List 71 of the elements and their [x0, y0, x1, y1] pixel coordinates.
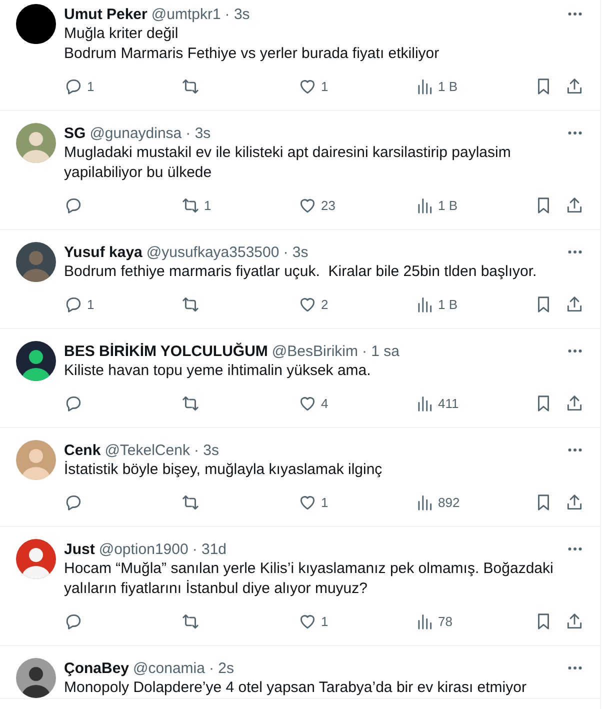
reply-icon[interactable] — [64, 294, 83, 314]
avatar[interactable] — [16, 4, 56, 44]
user-handle[interactable]: @TekelCenk — [104, 442, 190, 458]
like-count: 1 — [321, 78, 328, 94]
repost-icon[interactable] — [181, 492, 200, 512]
avatar[interactable] — [16, 242, 56, 282]
timestamp[interactable]: · 1 sa — [362, 342, 400, 360]
tweet-text: Kiliste havan topu yeme ihtimalin yüksek ama. — [64, 361, 372, 381]
bar-chart-icon[interactable] — [415, 76, 434, 96]
repost-icon[interactable] — [181, 394, 200, 412]
bar-chart-icon[interactable] — [415, 612, 434, 630]
tweet-text: Hocam “Muğla” sanılan yerle Kilis’i kıyaslamanız pek olmamış. Boğazdaki yalıların fiyatlarını İstanbul diye alıyor muyuz? — [64, 559, 554, 599]
avatar[interactable] — [16, 341, 56, 381]
repost-icon[interactable] — [181, 294, 200, 314]
reply-count: 1 — [87, 296, 94, 312]
repost-icon[interactable] — [181, 196, 200, 214]
view-count: 411 — [438, 396, 459, 410]
bar-chart-icon[interactable] — [415, 492, 434, 512]
view-count: 1 B — [438, 78, 458, 94]
user-handle[interactable]: @umtpkr1 — [151, 6, 221, 22]
timestamp[interactable]: · 3s — [194, 442, 219, 458]
repost-icon[interactable] — [181, 76, 200, 96]
share-icon[interactable] — [565, 394, 584, 412]
tweet-text: Monopoly Dolapdere’ye 4 otel yapsan Tarabya’da bir ev kirası etmiyor — [64, 678, 528, 698]
reply-icon[interactable] — [64, 76, 83, 96]
bar-chart-icon[interactable] — [415, 196, 434, 214]
tweet-text: Bodrum fethiye marmaris fiyatlar uçuk. Kiralar bile 25bin tlden başlıyor. — [64, 262, 538, 282]
repost-count: 1 — [204, 198, 212, 212]
user-handle[interactable]: @yusufkaya353500 — [146, 244, 280, 260]
view-count: 892 — [438, 494, 460, 510]
view-count: 1 B — [438, 198, 458, 212]
repost-icon[interactable] — [181, 612, 200, 630]
user-name[interactable]: SG — [64, 124, 86, 142]
like-count: 4 — [321, 396, 328, 410]
user-handle[interactable]: @option1900 — [98, 540, 188, 558]
reply-icon[interactable] — [64, 612, 83, 630]
avatar[interactable] — [16, 658, 56, 698]
tweet-text: Mugladaki mustakil ev ile kilisteki apt dairesini karsilastirip paylasim yapilabiliyor bu ülkede — [64, 143, 512, 183]
view-count: 78 — [438, 614, 452, 628]
bar-chart-icon[interactable] — [415, 394, 434, 412]
tweet-text: Muğla kriter değil Bodrum Marmaris Fethiye vs yerler burada fiyatı etkiliyor — [64, 24, 440, 64]
timestamp[interactable]: · 3s — [283, 244, 308, 260]
share-icon[interactable] — [565, 76, 584, 96]
reply-icon[interactable] — [64, 196, 83, 214]
timestamp[interactable]: · 3s — [186, 124, 211, 142]
user-name[interactable]: ÇonaBey — [64, 660, 130, 676]
user-handle[interactable]: @gunaydinsa — [90, 124, 182, 142]
user-name[interactable]: Umut Peker — [64, 6, 148, 22]
timestamp[interactable]: · 2s — [208, 660, 234, 676]
like-count: 1 — [321, 614, 328, 628]
share-icon[interactable] — [565, 612, 584, 630]
bar-chart-icon[interactable] — [415, 294, 434, 314]
reply-count: 1 — [87, 78, 94, 94]
share-icon[interactable] — [565, 294, 584, 314]
user-handle[interactable]: @BesBirikim — [272, 342, 358, 360]
like-count: 2 — [321, 296, 328, 312]
user-name[interactable]: BES BİRİKİM YOLCULUĞUM — [64, 342, 268, 360]
like-count: 23 — [321, 198, 336, 212]
like-count: 1 — [321, 494, 328, 510]
share-icon[interactable] — [565, 492, 584, 512]
timestamp[interactable]: · 3s — [224, 6, 250, 22]
user-handle[interactable]: @conamia — [133, 660, 205, 676]
user-name[interactable]: Yusuf kaya — [64, 244, 142, 260]
user-name[interactable]: Just — [64, 540, 95, 558]
view-count: 1 B — [438, 296, 458, 312]
share-icon[interactable] — [565, 196, 584, 214]
reply-icon[interactable] — [64, 492, 83, 512]
user-name[interactable]: Cenk — [64, 442, 101, 458]
tweet-text: İstatistik böyle bişey, muğlayla kıyaslamak ilginç — [64, 460, 384, 480]
timestamp[interactable]: · 31d — [192, 540, 227, 558]
reply-icon[interactable] — [64, 394, 83, 412]
